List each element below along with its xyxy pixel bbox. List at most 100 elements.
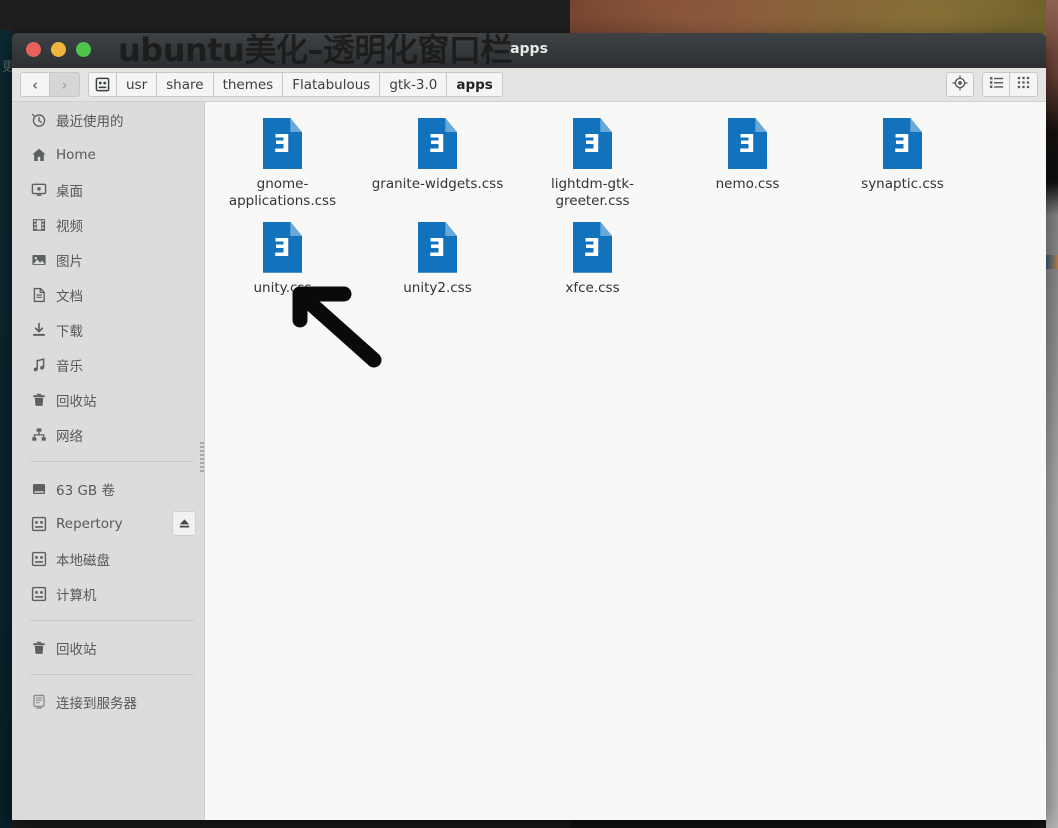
sidebar-item-local-disk[interactable]: 本地磁盘: [12, 541, 204, 576]
grid-view-icon: [1016, 75, 1031, 94]
file-item[interactable]: E gnome-applications.css: [205, 110, 360, 214]
file-label: unity2.css: [403, 280, 472, 297]
sidebar-label: 回收站: [56, 638, 97, 658]
places-sidebar[interactable]: 最近使用的 Home 桌面 视频: [12, 102, 204, 820]
css-file-icon: E: [263, 118, 302, 169]
file-item[interactable]: E xfce.css: [515, 214, 670, 301]
sidebar-label: 桌面: [56, 180, 83, 200]
sidebar-label: 最近使用的: [56, 110, 124, 130]
file-item[interactable]: E nemo.css: [670, 110, 825, 214]
window-titlebar[interactable]: apps: [12, 33, 1046, 68]
window-title: apps: [12, 41, 1046, 57]
file-label: lightdm-gtk-greeter.css: [523, 176, 663, 210]
sidebar-label: 连接到服务器: [56, 692, 137, 712]
back-button[interactable]: ‹: [20, 72, 50, 97]
grid-view-button[interactable]: [1010, 72, 1038, 97]
toolbar-right-buttons[interactable]: [946, 72, 1038, 97]
sidebar-item-recent[interactable]: 最近使用的: [12, 102, 204, 137]
eject-icon: [178, 517, 191, 530]
unity-launcher-dock[interactable]: [0, 30, 12, 828]
video-icon: [30, 216, 47, 233]
breadcrumb[interactable]: usr share themes Flatabulous gtk-3.0 app…: [88, 72, 503, 97]
breadcrumb-item-flatabulous[interactable]: Flatabulous: [283, 72, 380, 97]
sidebar-label: 回收站: [56, 390, 97, 410]
eject-button[interactable]: [172, 511, 196, 536]
file-item[interactable]: E unity.css: [205, 214, 360, 301]
file-label: nemo.css: [716, 176, 780, 193]
wallpaper-dark-area: [0, 0, 570, 30]
file-label: granite-widgets.css: [372, 176, 504, 193]
home-icon: [30, 146, 47, 163]
server-icon: [30, 693, 47, 710]
sidebar-label: Home: [56, 147, 96, 163]
sidebar-item-computer[interactable]: 计算机: [12, 576, 204, 611]
disc-icon: [30, 585, 47, 602]
file-label: synaptic.css: [861, 176, 944, 193]
sidebar-item-trash-bottom[interactable]: 回收站: [12, 630, 204, 665]
sidebar-item-videos[interactable]: 视频: [12, 207, 204, 242]
breadcrumb-item-device[interactable]: [88, 72, 117, 97]
file-manager-window[interactable]: apps ‹ › usr share themes Flatab: [12, 33, 1046, 820]
forward-button[interactable]: ›: [50, 72, 80, 97]
music-icon: [30, 356, 47, 373]
breadcrumb-item-usr[interactable]: usr: [117, 72, 157, 97]
list-view-icon: [989, 75, 1004, 94]
trash-icon: [30, 391, 47, 408]
window-body: 最近使用的 Home 桌面 视频: [12, 102, 1046, 820]
sidebar-item-network[interactable]: 网络: [12, 417, 204, 452]
css-file-icon: E: [573, 222, 612, 273]
sidebar-item-repertory[interactable]: Repertory: [12, 506, 204, 541]
file-item[interactable]: E unity2.css: [360, 214, 515, 301]
file-item[interactable]: E synaptic.css: [825, 110, 980, 214]
location-icon: [952, 75, 968, 95]
list-view-button[interactable]: [982, 72, 1010, 97]
file-item[interactable]: E lightdm-gtk-greeter.css: [515, 110, 670, 214]
view-mode-group[interactable]: [982, 72, 1038, 97]
file-label: gnome-applications.css: [213, 176, 353, 210]
sidebar-item-trash[interactable]: 回收站: [12, 382, 204, 417]
file-item[interactable]: E granite-widgets.css: [360, 110, 515, 214]
sidebar-item-home[interactable]: Home: [12, 137, 204, 172]
navigation-buttons[interactable]: ‹ ›: [20, 72, 80, 97]
sidebar-label: 文档: [56, 285, 83, 305]
breadcrumb-item-themes[interactable]: themes: [214, 72, 284, 97]
sidebar-label: 本地磁盘: [56, 549, 110, 569]
css-file-icon: E: [728, 118, 767, 169]
sidebar-label: 63 GB 卷: [56, 479, 115, 499]
sidebar-item-connect-to-server[interactable]: 连接到服务器: [12, 684, 204, 719]
network-icon: [30, 426, 47, 443]
breadcrumb-item-apps[interactable]: apps: [447, 72, 502, 97]
download-icon: [30, 321, 47, 338]
sidebar-item-pictures[interactable]: 图片: [12, 242, 204, 277]
disc-icon: [30, 550, 47, 567]
sidebar-label: 图片: [56, 250, 83, 270]
sidebar-divider: [30, 674, 194, 675]
trash-icon: [30, 639, 47, 656]
sidebar-item-music[interactable]: 音乐: [12, 347, 204, 382]
css-file-icon: E: [418, 222, 457, 273]
location-button[interactable]: [946, 72, 974, 97]
sidebar-label: 网络: [56, 425, 83, 445]
file-grid: E gnome-applications.css E granite-widge…: [205, 110, 1046, 301]
sidebar-item-documents[interactable]: 文档: [12, 277, 204, 312]
css-file-icon: E: [573, 118, 612, 169]
sidebar-item-desktop[interactable]: 桌面: [12, 172, 204, 207]
clock-icon: [30, 111, 47, 128]
device-icon: [95, 77, 110, 92]
css-file-icon: E: [883, 118, 922, 169]
css-file-icon: E: [418, 118, 457, 169]
desktop-icon: [30, 181, 47, 198]
sidebar-label: 计算机: [56, 584, 97, 604]
sidebar-item-downloads[interactable]: 下载: [12, 312, 204, 347]
wallpaper-artifact: [1046, 255, 1058, 269]
file-list-area[interactable]: E gnome-applications.css E granite-widge…: [204, 102, 1046, 820]
sidebar-divider: [30, 461, 194, 462]
file-label: unity.css: [253, 280, 311, 297]
breadcrumb-item-gtk30[interactable]: gtk-3.0: [380, 72, 447, 97]
sidebar-divider: [30, 620, 194, 621]
breadcrumb-item-share[interactable]: share: [157, 72, 213, 97]
sidebar-label: 下载: [56, 320, 83, 340]
sidebar-item-volume-63gb[interactable]: 63 GB 卷: [12, 471, 204, 506]
document-icon: [30, 286, 47, 303]
pathbar-toolbar[interactable]: ‹ › usr share themes Flatabulous gtk-3.0: [12, 68, 1046, 102]
